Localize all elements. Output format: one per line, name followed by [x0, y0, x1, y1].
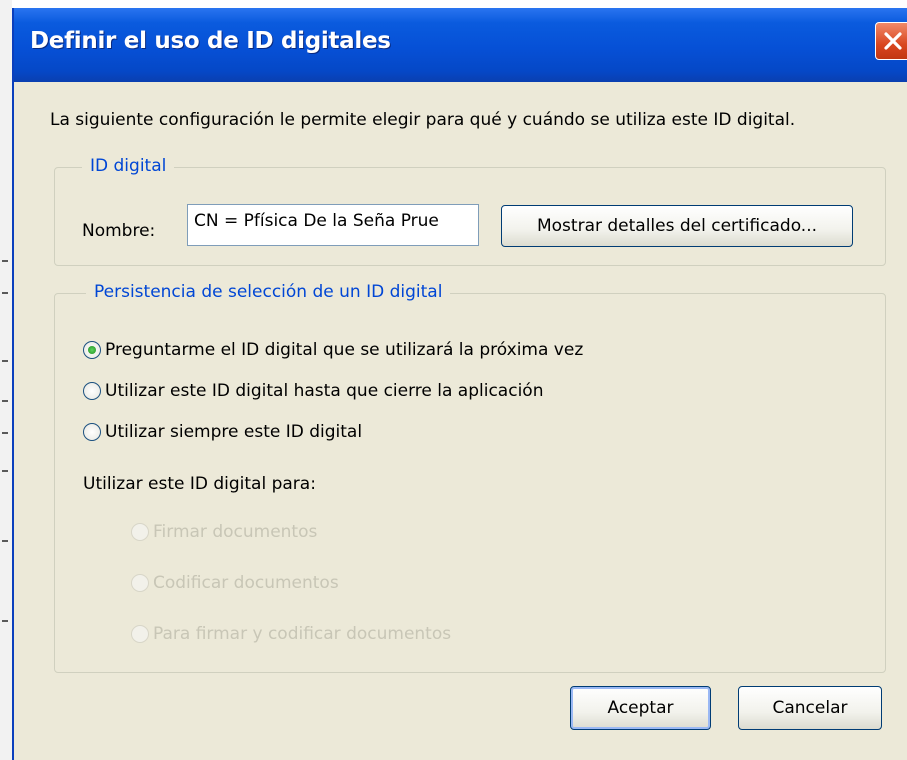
use-for-label: Utilizar este ID digital para: [83, 474, 316, 494]
persistence-group: Persistencia de selección de un ID digit… [54, 282, 886, 673]
option-label: Utilizar siempre este ID digital [105, 422, 363, 442]
radio-checked-icon[interactable] [83, 341, 101, 359]
intro-text: La siguiente configuración le permite el… [50, 110, 796, 130]
option-label: Para firmar y codificar documentos [153, 624, 452, 644]
radio-icon [131, 574, 149, 592]
dialog-window: Definir el uso de ID digitales La siguie… [12, 8, 907, 760]
radio-icon[interactable] [83, 423, 101, 441]
background-window-strip [0, 0, 12, 760]
show-certificate-details-button[interactable]: Mostrar detalles del certificado... [501, 205, 853, 247]
option-label: Firmar documentos [153, 522, 318, 542]
radio-icon [131, 625, 149, 643]
option-label: Codificar documentos [153, 573, 339, 593]
title-bar[interactable]: Definir el uso de ID digitales [14, 8, 907, 82]
name-field[interactable]: CN = Pfísica De la Seña Prue [187, 204, 479, 246]
persistence-legend: Persistencia de selección de un ID digit… [86, 282, 451, 302]
close-icon [884, 32, 902, 50]
use-sign-and-encrypt: Para firmar y codificar documentos [131, 624, 451, 644]
cancel-button[interactable]: Cancelar [738, 686, 882, 730]
option-until-close[interactable]: Utilizar este ID digital hasta que cierr… [83, 381, 543, 401]
option-label: Preguntarme el ID digital que se utiliza… [105, 340, 584, 360]
option-always[interactable]: Utilizar siempre este ID digital [83, 422, 362, 442]
use-sign-documents: Firmar documentos [131, 522, 317, 542]
option-label: Utilizar este ID digital hasta que cierr… [105, 381, 544, 401]
name-label: Nombre: [82, 221, 156, 241]
id-digital-legend: ID digital [82, 156, 175, 176]
window-title: Definir el uso de ID digitales [30, 28, 391, 54]
close-button[interactable] [875, 22, 907, 60]
radio-icon [131, 523, 149, 541]
use-encrypt-documents: Codificar documentos [131, 573, 339, 593]
accept-button[interactable]: Aceptar [570, 686, 711, 730]
id-digital-group: ID digital Nombre: CN = Pfísica De la Se… [54, 156, 886, 266]
radio-icon[interactable] [83, 382, 101, 400]
option-ask-next-time[interactable]: Preguntarme el ID digital que se utiliza… [83, 340, 583, 360]
